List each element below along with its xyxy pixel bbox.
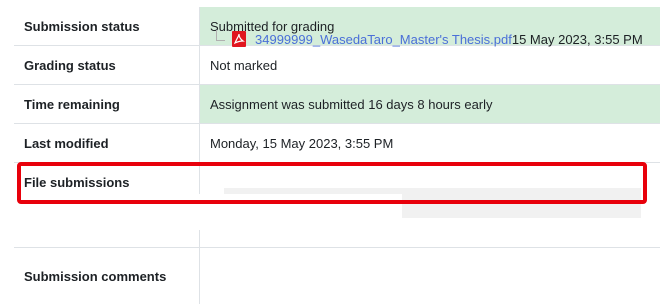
submission-status-table: Submission status Submitted for grading … <box>14 7 660 304</box>
file-submission-item: 34999999_WasedaTaro_Master's Thesis.pdf … <box>216 29 643 48</box>
row-value-submission-comments <box>200 248 660 304</box>
row-value-time-remaining: Assignment was submitted 16 days 8 hours… <box>200 85 660 123</box>
row-value-last-modified: Monday, 15 May 2023, 3:55 PM <box>210 135 394 151</box>
highlight-annotation-box <box>17 162 647 204</box>
tree-branch-icon <box>216 29 225 41</box>
row-label: Submission status <box>14 7 200 45</box>
file-download-link[interactable]: 34999999_WasedaTaro_Master's Thesis.pdf <box>255 32 512 47</box>
row-label: Grading status <box>14 46 200 84</box>
table-row-last-modified: Last modified Monday, 15 May 2023, 3:55 … <box>14 124 660 163</box>
row-value-grading-status: Not marked <box>210 57 278 73</box>
table-row-submission-comments: Submission comments <box>14 248 660 304</box>
table-row-time-remaining: Time remaining Assignment was submitted … <box>14 85 660 124</box>
row-label: Submission comments <box>14 248 200 304</box>
row-label: Last modified <box>14 124 200 162</box>
pdf-file-icon <box>232 31 246 47</box>
row-label: Time remaining <box>14 85 200 123</box>
table-row-grading-status: Grading status Not marked <box>14 46 660 85</box>
file-timestamp: 15 May 2023, 3:55 PM <box>511 31 643 47</box>
